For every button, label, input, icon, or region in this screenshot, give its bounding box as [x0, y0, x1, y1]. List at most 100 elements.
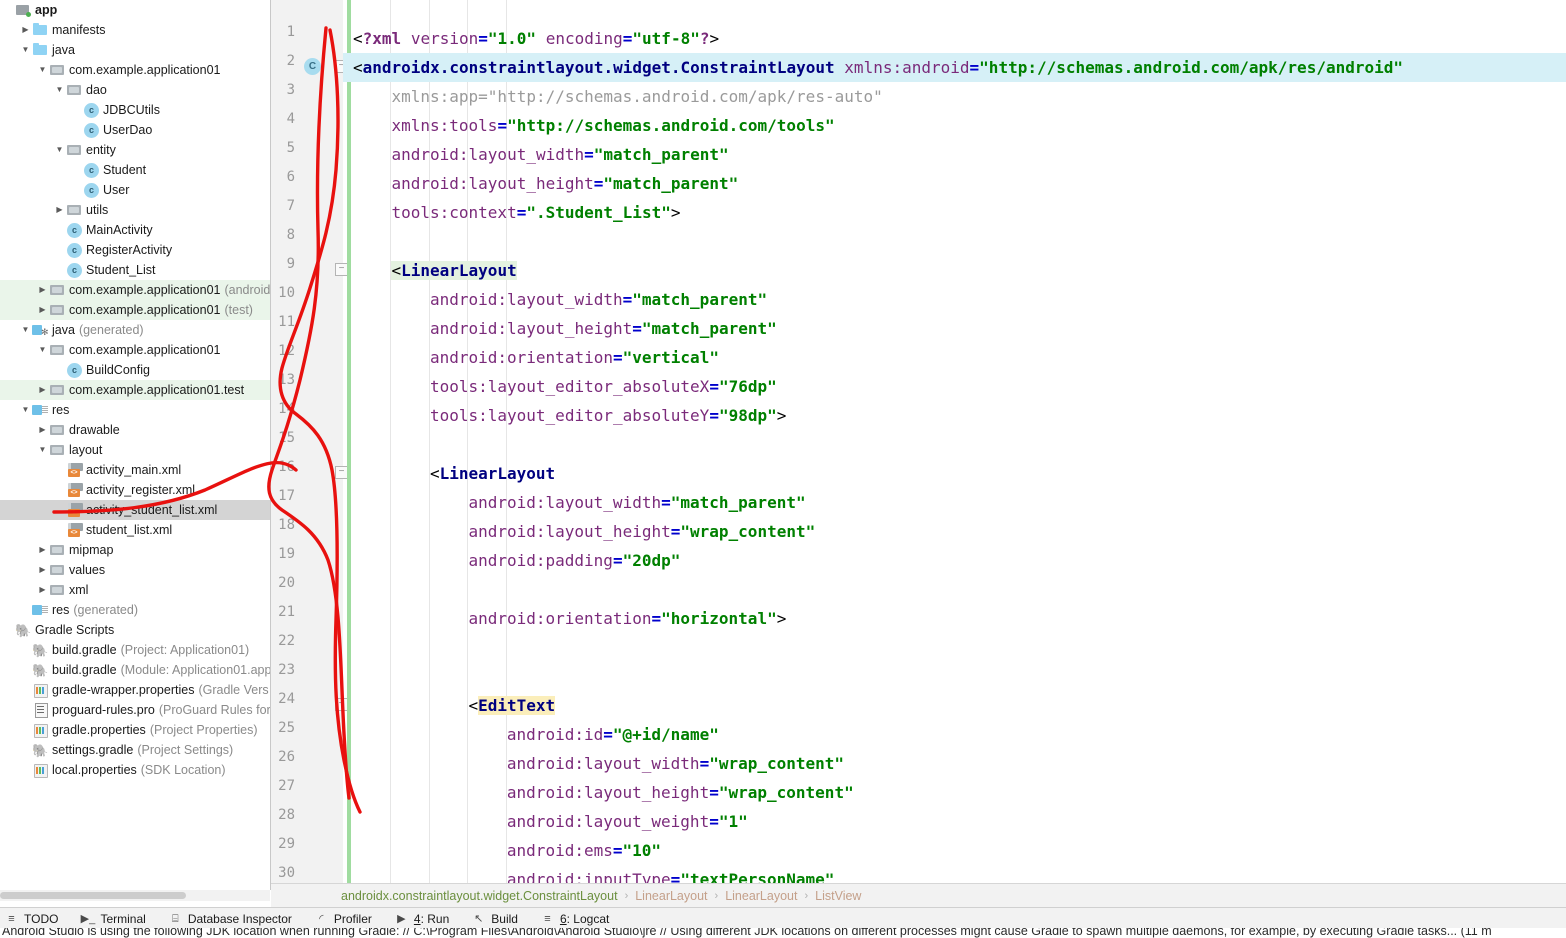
tool-window-button[interactable]: ▶ 4: Run	[394, 908, 449, 929]
scrollbar-thumb[interactable]	[0, 892, 186, 899]
tree-row[interactable]: build.gradle(Project: Application01)	[0, 640, 270, 661]
code-line[interactable]: <?xml version="1.0" encoding="utf-8"?>	[353, 24, 719, 53]
tree-row[interactable]: ▶ com.example.application01(androidT	[0, 280, 270, 300]
tree-row[interactable]: ▶ com.example.application01.test	[0, 380, 270, 400]
tree-row[interactable]: ▶ mipmap	[0, 540, 270, 560]
code-line[interactable]: android:orientation="vertical"	[430, 343, 719, 372]
code-line[interactable]: <LinearLayout	[430, 459, 555, 488]
code-line[interactable]: xmlns:tools="http://schemas.android.com/…	[391, 111, 834, 140]
tree-row[interactable]: activity_student_list.xml	[0, 500, 270, 520]
code-line[interactable]: android:orientation="horizontal">	[468, 604, 786, 633]
chevron-down-icon[interactable]: ▼	[19, 400, 32, 420]
code-line[interactable]: android:id="@+id/name"	[507, 720, 719, 749]
tree-row[interactable]: Gradle Scripts	[0, 620, 270, 641]
tool-window-button[interactable]: ⌸ Database Inspector	[168, 908, 292, 929]
chevron-right-icon[interactable]: ▶	[36, 300, 49, 320]
code-line[interactable]: android:layout_weight="1"	[507, 807, 748, 836]
code-line[interactable]: <LinearLayout	[391, 256, 517, 285]
tree-row[interactable]: res (generated)	[0, 600, 270, 620]
tree-row[interactable]: ▼ entity	[0, 140, 270, 160]
tool-window-button[interactable]: ≡ 6: Logcat	[540, 908, 609, 929]
code-line[interactable]: tools:layout_editor_absoluteY="98dp">	[430, 401, 786, 430]
code-line[interactable]: android:layout_width="match_parent"	[430, 285, 767, 314]
tree-row[interactable]: gradle.properties (Project Properties)	[0, 720, 270, 740]
tree-row[interactable]: c User	[0, 180, 270, 200]
tree-row[interactable]: ▼ layout	[0, 440, 270, 460]
tree-row[interactable]: activity_main.xml	[0, 460, 270, 480]
tree-row[interactable]: student_list.xml	[0, 520, 270, 540]
code-line[interactable]: <EditText	[468, 691, 556, 720]
code-line[interactable]: android:layout_width="wrap_content"	[507, 749, 844, 778]
breadcrumb-item[interactable]: LinearLayout	[635, 889, 707, 903]
code-editor[interactable]: 1 2 C −3 4 5 6 7 8 9−10 11 12 13 14 15 16−17 18 19 20 21 22 2…	[271, 0, 1566, 883]
code-line[interactable]: android:layout_height="match_parent"	[430, 314, 777, 343]
breadcrumb-item[interactable]: LinearLayout	[725, 889, 797, 903]
tool-window-button[interactable]: ◜ Profiler	[314, 908, 372, 929]
chevron-down-icon[interactable]: ▼	[36, 440, 49, 460]
tree-row[interactable]: c BuildConfig	[0, 360, 270, 380]
code-line[interactable]: android:inputType="textPersonName"	[507, 865, 835, 883]
code-line[interactable]: android:layout_width="match_parent"	[468, 488, 805, 517]
code-line[interactable]: android:layout_height="wrap_content"	[507, 778, 854, 807]
chevron-down-icon[interactable]: ▼	[19, 40, 32, 60]
chevron-down-icon[interactable]: ▼	[36, 340, 49, 360]
tool-window-button[interactable]: ≡ TODO	[4, 908, 58, 929]
breadcrumb-item[interactable]: androidx.constraintlayout.widget.Constra…	[341, 889, 618, 903]
tree-row[interactable]: ▶ com.example.application01 (test)	[0, 300, 270, 320]
project-panel-horizontal-scrollbar[interactable]	[0, 890, 270, 901]
chevron-right-icon[interactable]: ▶	[36, 540, 49, 560]
code-line[interactable]: android:layout_height="wrap_content"	[468, 517, 815, 546]
tree-row[interactable]: ▶ drawable	[0, 420, 270, 440]
breadcrumb-item[interactable]: ListView	[815, 889, 861, 903]
tree-row[interactable]: ▼ res	[0, 400, 270, 420]
chevron-right-icon[interactable]: ▶	[36, 380, 49, 400]
tree-row[interactable]: ▶ xml	[0, 580, 270, 600]
code-line[interactable]: android:ems="10"	[507, 836, 661, 865]
tree-row[interactable]: local.properties (SDK Location)	[0, 760, 270, 780]
code-line[interactable]: xmlns:app="http://schemas.android.com/ap…	[391, 82, 882, 111]
bottom-tool-window-bar[interactable]: ≡ TODO ▶_ Terminal ⌸ Database Inspector ◜ Profi…	[0, 907, 1566, 929]
tree-row[interactable]: ▼ com.example.application01	[0, 340, 270, 360]
tree-row[interactable]: c Student_List	[0, 260, 270, 280]
tree-row[interactable]: c JDBCUtils	[0, 100, 270, 120]
code-text-area[interactable]: <?xml version="1.0" encoding="utf-8"?> <a…	[343, 0, 1566, 883]
tool-window-button[interactable]: ▶_ Terminal	[80, 908, 146, 929]
code-line[interactable]: android:layout_height="match_parent"	[391, 169, 738, 198]
chevron-down-icon[interactable]: ▼	[36, 60, 49, 80]
editor-gutter[interactable]: 1 2 C −3 4 5 6 7 8 9−10 11 12 13 14 15 16−17 18 19 20 21 22 2…	[271, 0, 348, 883]
tree-row[interactable]: build.gradle(Module: Application01.app	[0, 660, 270, 681]
chevron-down-icon[interactable]: ▼	[19, 320, 32, 340]
chevron-right-icon[interactable]: ▶	[36, 580, 49, 600]
breadcrumb[interactable]: androidx.constraintlayout.widget.Constra…	[271, 883, 1566, 907]
tree-row[interactable]: settings.gradle(Project Settings)	[0, 740, 270, 761]
chevron-right-icon[interactable]: ▶	[19, 20, 32, 40]
tree-row[interactable]: app	[0, 0, 270, 20]
tree-row[interactable]: ▼ java	[0, 40, 270, 60]
chevron-right-icon[interactable]: ▶	[36, 560, 49, 580]
tree-row[interactable]: c RegisterActivity	[0, 240, 270, 260]
tree-row[interactable]: ▶ values	[0, 560, 270, 580]
chevron-right-icon[interactable]: ▶	[53, 200, 66, 220]
tree-row[interactable]: c MainActivity	[0, 220, 270, 240]
chevron-down-icon[interactable]: ▼	[53, 140, 66, 160]
tree-row[interactable]: gradle-wrapper.properties (Gradle Vers	[0, 680, 270, 700]
tree-row[interactable]: c Student	[0, 160, 270, 180]
project-tree-panel[interactable]: app ▶ manifests ▼ java ▼ com.example.applicati…	[0, 0, 271, 890]
tree-row[interactable]: activity_register.xml	[0, 480, 270, 500]
class-gutter-icon[interactable]: C	[304, 58, 321, 75]
chevron-down-icon[interactable]: ▼	[53, 80, 66, 100]
tree-row[interactable]: ▶ utils	[0, 200, 270, 220]
code-line[interactable]: android:padding="20dp"	[468, 546, 680, 575]
code-line[interactable]: tools:layout_editor_absoluteX="76dp"	[430, 372, 777, 401]
tree-row[interactable]: ▼ dao	[0, 80, 270, 100]
tree-row[interactable]: proguard-rules.pro (ProGuard Rules for	[0, 700, 270, 720]
code-line[interactable]: tools:context=".Student_List">	[391, 198, 680, 227]
tree-row[interactable]: c UserDao	[0, 120, 270, 140]
tool-window-button[interactable]: ↖ Build	[471, 908, 518, 929]
code-line[interactable]: android:layout_width="match_parent"	[391, 140, 728, 169]
tree-row[interactable]: ▼ com.example.application01	[0, 60, 270, 80]
tree-row[interactable]: ▼ java(generated)	[0, 320, 270, 342]
code-line[interactable]: <androidx.constraintlayout.widget.Constr…	[353, 53, 1403, 82]
tree-row[interactable]: ▶ manifests	[0, 20, 270, 40]
chevron-right-icon[interactable]: ▶	[36, 420, 49, 440]
